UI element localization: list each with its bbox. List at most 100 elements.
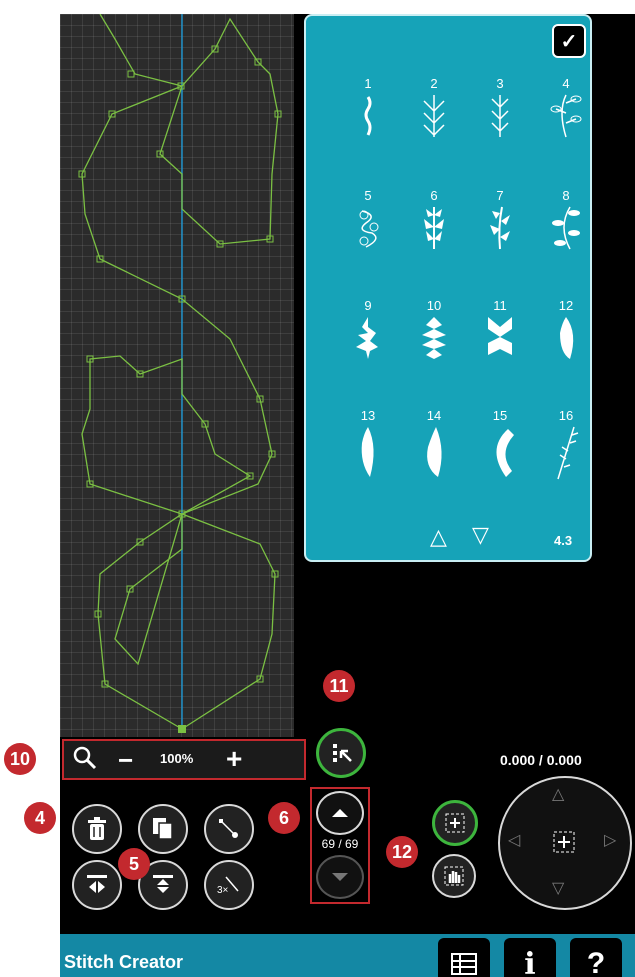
- stitch-number: 2: [430, 76, 438, 91]
- stitch-item[interactable]: 13: [338, 408, 398, 488]
- stitch-icon: [560, 317, 574, 359]
- chevron-up-icon[interactable]: [316, 791, 364, 835]
- stitch-item[interactable]: 4: [536, 76, 596, 146]
- zoom-out-button[interactable]: −: [118, 745, 133, 776]
- stitch-counter: 69 / 69: [321, 837, 359, 851]
- app-title: Stitch Creator: [64, 952, 184, 972]
- check-icon[interactable]: ✓: [552, 24, 586, 58]
- stitch-item[interactable]: 12: [536, 298, 596, 368]
- stitch-item[interactable]: 5: [338, 188, 398, 258]
- info-icon[interactable]: i: [504, 938, 556, 977]
- help-icon[interactable]: ?: [570, 938, 622, 977]
- callout-5: 5: [118, 848, 150, 880]
- triple-stitch-icon: 3×: [217, 876, 239, 896]
- duplicate-button[interactable]: [138, 804, 188, 854]
- list-icon: [451, 953, 477, 975]
- stitch-item[interactable]: 2: [404, 76, 464, 146]
- page-indicator: 4.3: [554, 533, 573, 548]
- stitch-item[interactable]: 9: [338, 298, 398, 368]
- stitch-number: 6: [430, 188, 438, 203]
- center-button[interactable]: [432, 800, 478, 846]
- stitch-item[interactable]: 6: [404, 188, 464, 258]
- stitch-icon: [422, 317, 446, 359]
- zoom-in-button[interactable]: +: [226, 743, 242, 775]
- zoom-level: 100%: [160, 751, 194, 766]
- stitch-item[interactable]: 3: [470, 76, 530, 146]
- chevron-down-icon[interactable]: [316, 855, 364, 899]
- page-down-icon[interactable]: ▽: [472, 522, 489, 548]
- stitch-number: 16: [558, 408, 574, 423]
- delete-button[interactable]: [72, 804, 122, 854]
- stitch-canvas[interactable]: [60, 14, 294, 737]
- stitch-number: 8: [562, 188, 570, 203]
- stitch-item[interactable]: 10: [404, 298, 464, 368]
- zoom-bar: − 100% +: [62, 739, 306, 780]
- stitch-icon: [557, 426, 579, 480]
- insert-point-button[interactable]: [204, 804, 254, 854]
- page-up-icon[interactable]: △: [430, 524, 447, 550]
- stitch-item[interactable]: 1: [338, 76, 398, 146]
- mirror-side-to-side-button[interactable]: [72, 860, 122, 910]
- stitch-item[interactable]: 15: [470, 408, 530, 488]
- stitch-number: 10: [426, 298, 442, 313]
- stitch-number: 9: [364, 298, 372, 313]
- stitch-number: 1: [364, 76, 372, 91]
- stitch-number: 12: [558, 298, 574, 313]
- stitch-points: [78, 45, 282, 688]
- stitch-number: 7: [496, 188, 504, 203]
- stitch-icon: [424, 207, 444, 249]
- stitch-icon: [427, 427, 442, 477]
- stitch-icon: [550, 94, 582, 138]
- magnifier-icon[interactable]: [72, 745, 98, 778]
- arrow-left-icon[interactable]: ◁: [508, 830, 520, 850]
- stitch-selection-panel: ✓ 1 2 3 4 5 6 7 8 9 10 11 12 13 14 15 16…: [304, 14, 592, 562]
- triple-stitch-button[interactable]: 3×: [204, 860, 254, 910]
- stitch-number: 11: [493, 298, 507, 313]
- stitch-number: 14: [426, 408, 442, 423]
- stitch-item[interactable]: 16: [536, 408, 596, 488]
- callout-6: 6: [268, 802, 300, 834]
- callout-11: 11: [323, 670, 355, 702]
- arrow-down-icon[interactable]: ▽: [552, 878, 564, 898]
- stitch-icon: [552, 206, 580, 250]
- stitch-icon: [356, 317, 378, 359]
- arrow-up-icon[interactable]: △: [552, 784, 564, 804]
- callout-4: 4: [24, 802, 56, 834]
- stitch-icon: [359, 210, 379, 248]
- stitch-path-bottom: [81, 355, 276, 730]
- status-bar: Stitch Creator i ?: [60, 934, 635, 977]
- pan-button[interactable]: [432, 854, 476, 898]
- stitch-item[interactable]: 8: [536, 188, 596, 258]
- stitch-icon: [364, 96, 372, 136]
- stitch-creator-app: ✓ 1 2 3 4 5 6 7 8 9 10 11 12 13 14 15 16…: [60, 14, 635, 977]
- mirror-end-to-end-icon: [153, 875, 173, 893]
- stitch-path-top: [81, 14, 279, 730]
- stitch-step-area: 69 / 69: [310, 787, 370, 904]
- arrow-right-icon[interactable]: ▷: [604, 830, 616, 850]
- stitch-number: 15: [492, 408, 508, 423]
- stitch-number: 13: [360, 408, 376, 423]
- mirror-side-to-side-icon: [87, 875, 107, 893]
- menu-button[interactable]: [438, 938, 490, 977]
- callout-10: 10: [4, 743, 36, 775]
- stitch-icon: [488, 317, 512, 355]
- insert-point-icon: [219, 819, 238, 838]
- navigation-wheel[interactable]: △ ▽ ◁ ▷: [498, 776, 632, 910]
- stitch-icon: [491, 95, 509, 137]
- select-point-icon: [333, 744, 352, 762]
- stitch-icon: [496, 429, 514, 477]
- callout-12: 12: [386, 836, 418, 868]
- stitch-item[interactable]: 14: [404, 408, 464, 488]
- stitch-number: 5: [364, 188, 372, 203]
- stitch-number: 4: [562, 76, 570, 91]
- svg-text:3×: 3×: [217, 885, 229, 896]
- stitch-pattern-drawing: [78, 14, 282, 733]
- center-icon: [553, 831, 575, 853]
- center-icon: [445, 813, 465, 833]
- stitch-item[interactable]: 7: [470, 188, 530, 258]
- stitch-number: 3: [496, 76, 504, 91]
- stitch-item[interactable]: 11: [470, 298, 530, 368]
- select-point-button[interactable]: [316, 728, 366, 778]
- duplicate-icon: [153, 818, 173, 840]
- hand-icon: [444, 866, 464, 886]
